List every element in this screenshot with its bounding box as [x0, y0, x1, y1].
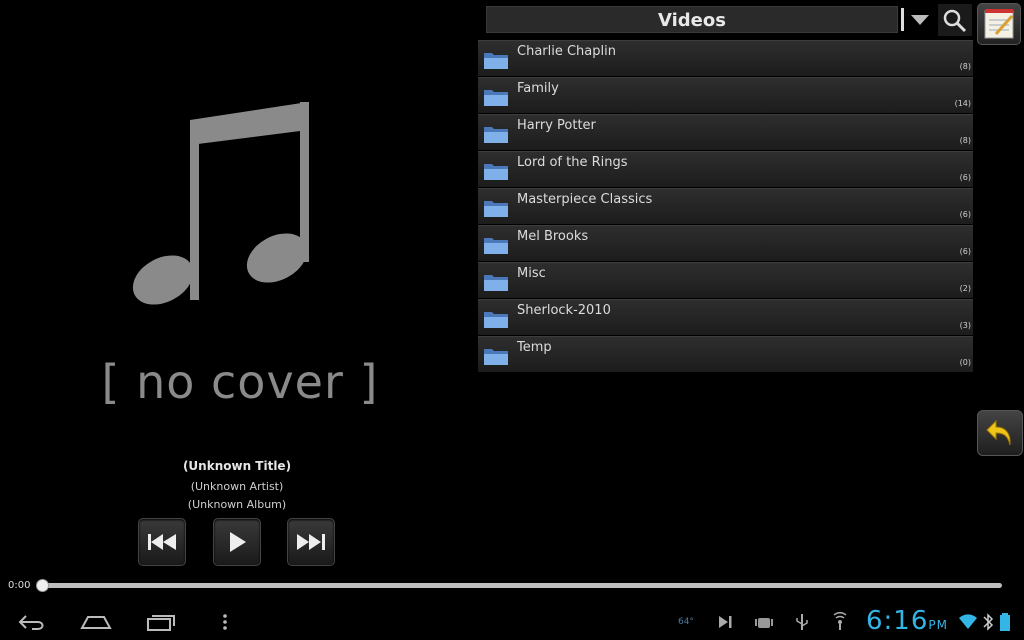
- folder-row[interactable]: Masterpiece Classics (6): [478, 188, 973, 224]
- folder-row[interactable]: Harry Potter (8): [478, 114, 973, 150]
- wifi-icon: [959, 614, 977, 629]
- folder-icon: [484, 238, 508, 254]
- folder-name: Mel Brooks: [517, 229, 589, 244]
- clock: 6:16PM: [866, 606, 948, 636]
- clock-ampm: PM: [928, 618, 948, 632]
- clock-time: 6:16: [866, 606, 929, 636]
- home-nav-icon[interactable]: [80, 612, 112, 632]
- folder-count: (6): [959, 173, 971, 182]
- dropdown-button[interactable]: [906, 10, 934, 30]
- folder-count: (3): [959, 321, 971, 330]
- folder-name: Harry Potter: [517, 118, 596, 133]
- notepad-icon: [984, 9, 1014, 39]
- folder-name: Temp: [517, 340, 552, 355]
- folder-count: (8): [959, 62, 971, 71]
- chevron-down-icon: [911, 15, 929, 25]
- folder-icon: [484, 201, 508, 217]
- folder-name: Misc: [517, 266, 546, 281]
- browser-title: Videos: [658, 10, 726, 31]
- media-next-icon: [719, 616, 732, 628]
- track-artist: (Unknown Artist): [190, 480, 284, 493]
- previous-button[interactable]: [138, 518, 186, 566]
- folder-count: (14): [954, 99, 971, 108]
- android-debug-icon: [755, 618, 773, 628]
- folder-row[interactable]: Mel Brooks (6): [478, 225, 973, 261]
- undo-arrow-icon: [986, 419, 1011, 446]
- seek-bar[interactable]: [40, 583, 1002, 588]
- folder-row[interactable]: Temp (0): [478, 336, 973, 372]
- folder-icon: [484, 349, 508, 365]
- battery-icon: [1000, 613, 1010, 631]
- skip-next-icon: [297, 534, 325, 550]
- track-title: (Unknown Title): [182, 459, 292, 473]
- recent-apps-icon[interactable]: [146, 612, 176, 632]
- folder-count: (0): [959, 358, 971, 367]
- folder-row[interactable]: Sherlock-2010 (3): [478, 299, 973, 335]
- skip-previous-icon: [148, 534, 176, 550]
- folder-list: Charlie Chaplin (8) Family (14) Harry Potter…: [478, 40, 973, 373]
- menu-overflow-icon[interactable]: [220, 612, 230, 632]
- next-button[interactable]: [287, 518, 335, 566]
- search-button[interactable]: [938, 4, 972, 36]
- folder-name: Charlie Chaplin: [517, 44, 616, 59]
- elapsed-time: 0:00: [8, 580, 31, 591]
- folder-name: Lord of the Rings: [517, 155, 628, 170]
- folder-icon: [484, 127, 508, 143]
- play-icon: [230, 532, 246, 552]
- folder-icon: [484, 53, 508, 69]
- folder-row[interactable]: Family (14): [478, 77, 973, 113]
- play-button[interactable]: [213, 518, 261, 566]
- album-cover: [ no cover ]: [100, 80, 380, 430]
- search-icon: [943, 9, 967, 33]
- track-album: (Unknown Album): [187, 498, 287, 511]
- browser-header: Videos: [486, 6, 898, 33]
- hotspot-icon: [833, 612, 847, 630]
- folder-row[interactable]: Charlie Chaplin (8): [478, 40, 973, 76]
- bluetooth-icon: [983, 613, 994, 631]
- system-bar: 64° 6:16PM: [0, 604, 1024, 640]
- folder-row[interactable]: Lord of the Rings (6): [478, 151, 973, 187]
- folder-name: Sherlock-2010: [517, 303, 611, 318]
- folder-icon: [484, 90, 508, 106]
- folder-count: (2): [959, 284, 971, 293]
- folder-icon: [484, 164, 508, 180]
- music-note-icon: [132, 102, 309, 305]
- folder-name: Family: [517, 81, 559, 96]
- folder-row[interactable]: Misc (2): [478, 262, 973, 298]
- seek-thumb[interactable]: [36, 579, 49, 592]
- temperature-indicator: 64°: [678, 617, 694, 627]
- folder-count: (6): [959, 210, 971, 219]
- header-divider: [901, 8, 904, 31]
- back-button[interactable]: [977, 410, 1023, 456]
- folder-count: (6): [959, 247, 971, 256]
- usb-icon: [796, 614, 808, 630]
- folder-icon: [484, 275, 508, 291]
- no-cover-label: [ no cover ]: [101, 355, 379, 409]
- folder-icon: [484, 312, 508, 328]
- folder-name: Masterpiece Classics: [517, 192, 653, 207]
- back-nav-icon[interactable]: [18, 612, 48, 632]
- folder-count: (8): [959, 136, 971, 145]
- notes-button[interactable]: [977, 3, 1021, 45]
